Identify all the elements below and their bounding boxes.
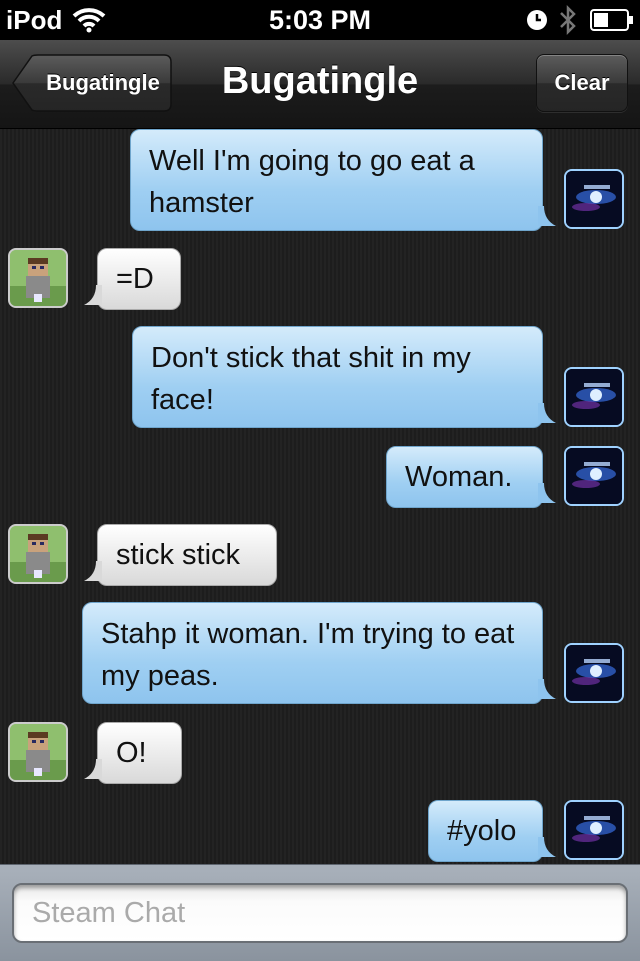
friend-avatar[interactable] bbox=[8, 248, 68, 308]
message-bubble: =D bbox=[84, 248, 181, 310]
my-avatar[interactable] bbox=[564, 800, 624, 860]
my-avatar[interactable] bbox=[564, 169, 624, 229]
friend-avatar[interactable] bbox=[8, 524, 68, 584]
navigation-bar: Bugatingle Bugatingle Clear bbox=[0, 40, 640, 129]
message-bubble: #yolo bbox=[428, 800, 556, 862]
message-text: O! bbox=[116, 737, 147, 769]
message-input-bar bbox=[0, 864, 640, 961]
friend-avatar[interactable] bbox=[8, 722, 68, 782]
chat-message-input[interactable] bbox=[12, 883, 628, 943]
message-text: Well I'm going to go eat a hamster bbox=[149, 145, 475, 219]
battery-icon bbox=[590, 9, 634, 31]
message-text: Don't stick that shit in my face! bbox=[151, 342, 471, 416]
message-text: Stahp it woman. I'm trying to eat my pea… bbox=[101, 618, 515, 692]
my-avatar[interactable] bbox=[564, 643, 624, 703]
message-bubble: Stahp it woman. I'm trying to eat my pea… bbox=[82, 602, 556, 704]
my-avatar[interactable] bbox=[564, 367, 624, 427]
bluetooth-icon bbox=[558, 4, 578, 36]
message-text: Woman. bbox=[405, 461, 513, 493]
status-bar: iPod 5:03 PM bbox=[0, 0, 640, 40]
message-bubble: Woman. bbox=[386, 446, 556, 508]
message-bubble: Well I'm going to go eat a hamster bbox=[130, 129, 556, 231]
message-bubble: stick stick bbox=[84, 524, 277, 586]
message-text: =D bbox=[116, 263, 154, 295]
my-avatar[interactable] bbox=[564, 446, 624, 506]
clock-icon bbox=[526, 9, 548, 31]
message-bubble: Don't stick that shit in my face! bbox=[132, 326, 556, 428]
clear-button[interactable]: Clear bbox=[536, 54, 628, 112]
message-text: stick stick bbox=[116, 539, 241, 571]
message-bubble: O! bbox=[84, 722, 182, 784]
chat-area[interactable]: Well I'm going to go eat a hamster =D Do… bbox=[0, 129, 640, 864]
message-text: #yolo bbox=[447, 815, 517, 847]
